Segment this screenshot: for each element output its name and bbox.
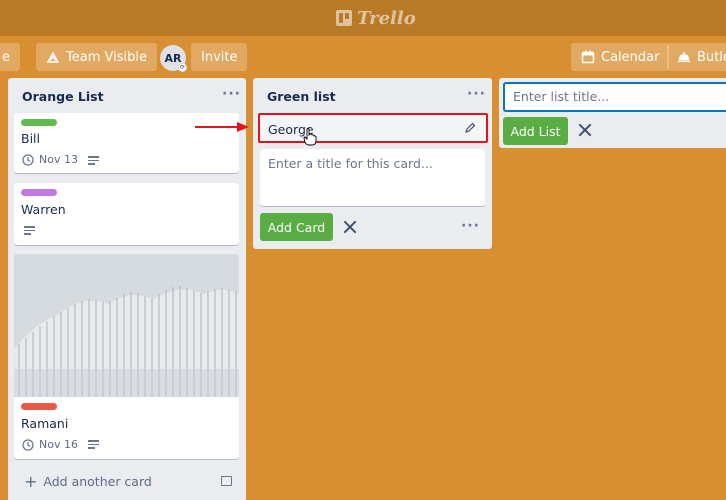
card-title: Bill xyxy=(21,131,40,146)
clock-icon xyxy=(22,438,34,451)
avatar-initials: AR xyxy=(164,51,182,65)
list-title[interactable]: Green list xyxy=(267,89,336,104)
annotation-arrow-icon xyxy=(195,122,249,132)
team-visible-label: Team Visible xyxy=(66,49,147,65)
composer-options-icon[interactable]: ··· xyxy=(461,218,480,234)
logo-text: Trello xyxy=(357,7,416,29)
close-add-list-icon[interactable] xyxy=(578,123,592,137)
avatar-badge-icon: ⟳ xyxy=(178,63,187,72)
clock-icon xyxy=(22,153,34,166)
invite-label: Invite xyxy=(201,49,238,65)
card-title-textarea[interactable]: Enter a title for this card... xyxy=(260,149,485,206)
add-card-button[interactable]: Add Card xyxy=(260,213,333,241)
list-menu-icon[interactable]: ··· xyxy=(222,86,241,102)
list-title-input[interactable]: Enter list title... xyxy=(503,82,726,112)
trello-logo-icon xyxy=(336,10,352,26)
calendar-button[interactable]: Calendar xyxy=(571,43,670,71)
list-menu-icon[interactable]: ··· xyxy=(467,86,486,102)
card-title-placeholder: Enter a title for this card... xyxy=(268,156,433,171)
board-name-button[interactable]: e xyxy=(0,43,20,71)
butler-label: Butler xyxy=(697,49,726,65)
card-warren[interactable]: Warren xyxy=(14,183,239,245)
calendar-icon xyxy=(581,50,595,64)
card-george[interactable]: George xyxy=(258,113,488,143)
member-avatar[interactable]: AR ⟳ xyxy=(160,45,187,72)
card-title: Warren xyxy=(21,202,66,217)
calendar-label: Calendar xyxy=(601,49,660,65)
edit-pencil-icon[interactable] xyxy=(464,122,476,134)
description-icon xyxy=(88,156,99,165)
team-visible-button[interactable]: Team Visible xyxy=(36,43,157,71)
card-label-green xyxy=(21,119,57,126)
due-date: Nov 16 xyxy=(39,438,78,451)
top-header: Trello xyxy=(0,0,726,36)
board-header: e Team Visible Invite Calendar Butler xyxy=(0,36,726,78)
description-icon xyxy=(24,226,35,235)
due-date: Nov 13 xyxy=(39,153,78,166)
card-template-icon[interactable] xyxy=(221,476,232,486)
hand-cursor-icon xyxy=(303,128,317,146)
due-date-badge: Nov 16 xyxy=(22,438,78,451)
butler-button[interactable]: Butler xyxy=(667,43,726,71)
description-icon xyxy=(88,440,99,449)
butler-icon xyxy=(678,52,690,62)
card-cover-image xyxy=(14,254,239,397)
list-title-placeholder: Enter list title... xyxy=(513,89,610,104)
plus-icon: + xyxy=(24,471,38,491)
list-title[interactable]: Orange List xyxy=(22,89,104,104)
due-date-badge: Nov 13 xyxy=(22,153,78,166)
board-name-partial: e xyxy=(2,49,10,65)
invite-button[interactable]: Invite xyxy=(191,43,248,71)
add-list-label: Add List xyxy=(510,123,561,139)
add-list-button[interactable]: Add List xyxy=(503,117,568,145)
trello-logo[interactable]: Trello xyxy=(336,6,416,30)
add-card-label: Add Card xyxy=(267,219,326,235)
close-composer-icon[interactable] xyxy=(343,220,357,234)
card-label-red xyxy=(21,403,57,410)
add-another-card-button[interactable]: + Add another card xyxy=(24,471,152,491)
card-label-purple xyxy=(21,189,57,196)
add-card-label: Add another card xyxy=(43,474,152,489)
team-icon xyxy=(46,51,60,63)
card-title: Ramani xyxy=(21,416,69,431)
architecture-cover xyxy=(14,254,239,397)
